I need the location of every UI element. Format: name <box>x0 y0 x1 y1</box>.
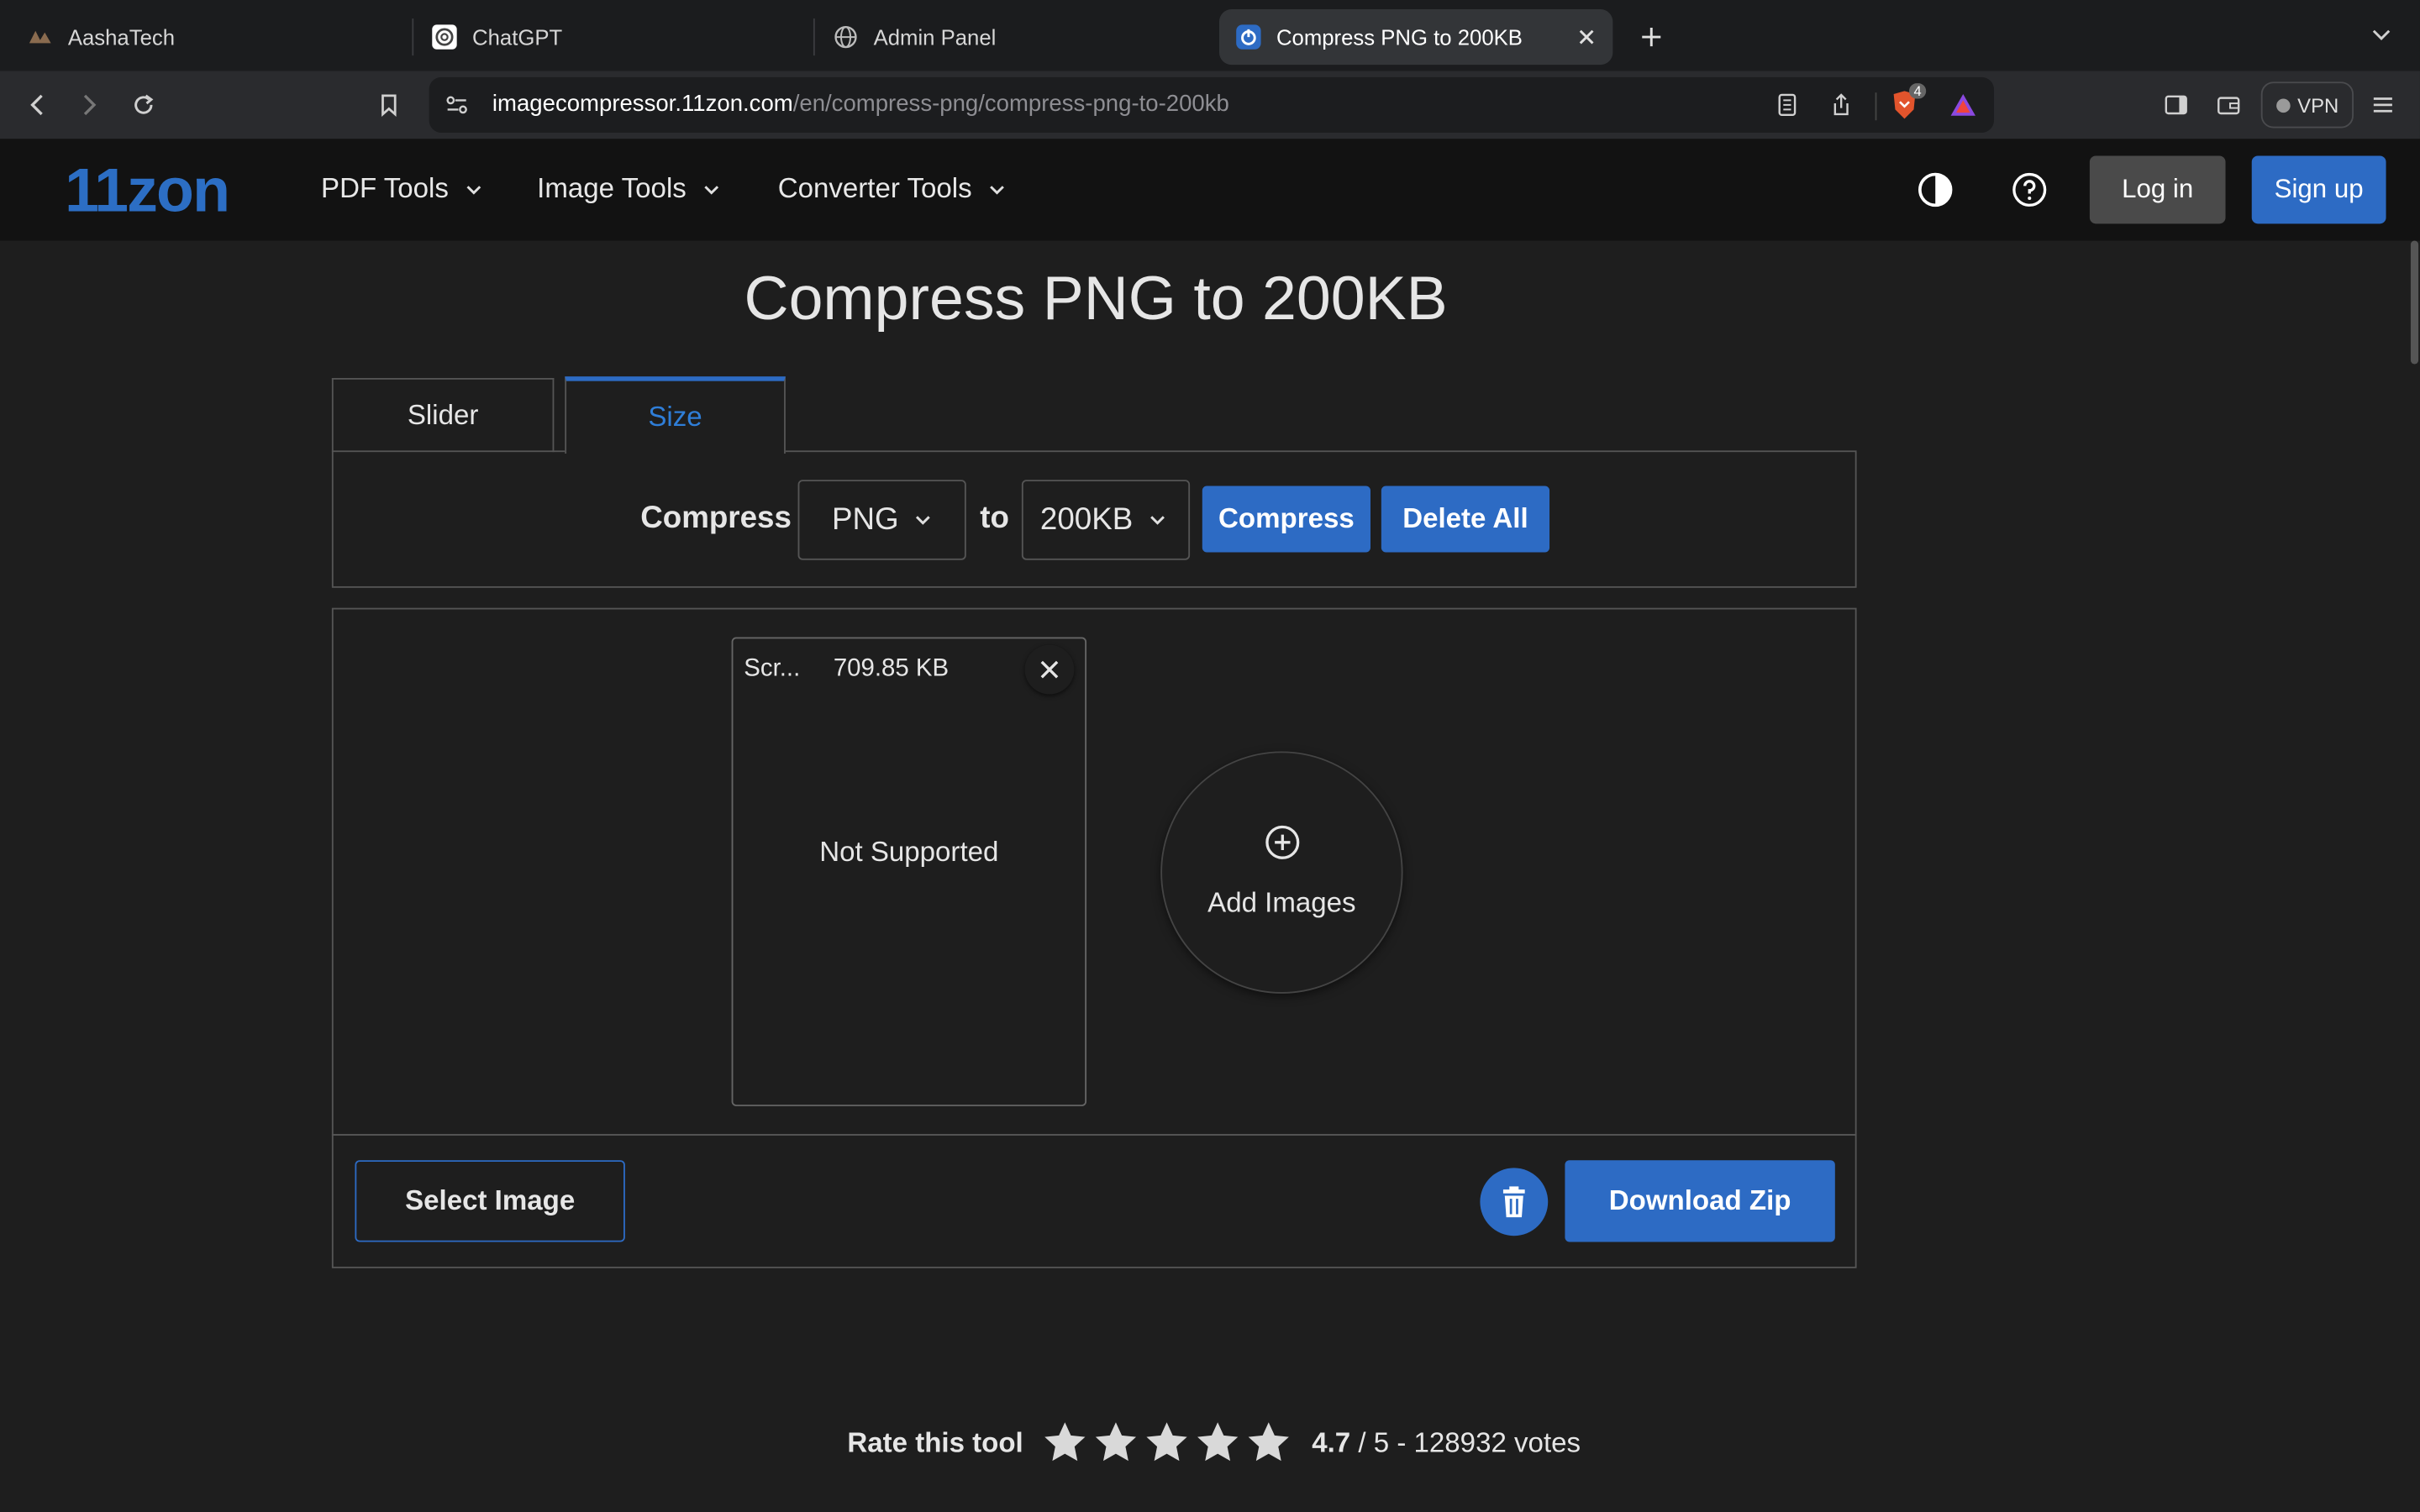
tab-title: Admin Panel <box>873 24 997 50</box>
compress-label: Compress <box>640 501 792 536</box>
browser-toolbar: imagecompressor.11zon.com/en/compress-pn… <box>0 71 2420 139</box>
menu-icon[interactable] <box>2365 87 2402 123</box>
globe-icon <box>834 24 858 49</box>
nav-pdf-tools[interactable]: PDF Tools <box>321 173 482 206</box>
delete-all-files-button[interactable] <box>1480 1168 1549 1236</box>
site-logo[interactable]: 11zon <box>65 157 230 227</box>
brave-shields-icon[interactable]: 4 <box>1889 83 1927 121</box>
wallet-icon[interactable] <box>2210 87 2247 123</box>
new-tab-icon[interactable] <box>1633 18 1670 55</box>
sidebar-toggle-icon[interactable] <box>2158 87 2195 123</box>
rating-value: 4.7 <box>1312 1426 1351 1457</box>
chevron-down-icon <box>987 180 1006 198</box>
signup-button[interactable]: Sign up <box>2251 155 2386 224</box>
file-size: 709.85 KB <box>833 655 950 682</box>
star-icon[interactable] <box>1195 1420 1241 1466</box>
format-select-value: PNG <box>831 501 899 537</box>
tab-title: Compress PNG to 200KB <box>1276 24 1523 50</box>
tab-divider <box>412 18 414 56</box>
vpn-label: VPN <box>2297 93 2339 117</box>
nav-image-tools[interactable]: Image Tools <box>537 173 720 206</box>
tab-size[interactable]: Size <box>565 376 786 454</box>
close-tab-icon[interactable] <box>1573 24 1601 51</box>
aashatech-favicon-icon <box>28 24 52 49</box>
tab-slider[interactable]: Slider <box>331 377 555 453</box>
files-panel <box>331 607 1857 1136</box>
close-icon <box>1040 660 1059 679</box>
tab-title: ChatGPT <box>472 24 563 50</box>
reader-mode-icon[interactable] <box>1772 90 1803 121</box>
target-size-select[interactable]: 200KB <box>1021 480 1191 560</box>
tab-list-chevron-icon[interactable] <box>2365 18 2398 52</box>
chatgpt-favicon-icon <box>432 24 457 50</box>
tab-title: AashaTech <box>67 24 176 50</box>
page-scrollbar[interactable] <box>2409 240 2420 1512</box>
select-image-button[interactable]: Select Image <box>355 1160 625 1242</box>
url-host: imagecompressor.11zon.com <box>492 91 793 118</box>
11zon-favicon-icon <box>1236 24 1261 50</box>
trash-icon <box>1502 1186 1525 1218</box>
reload-icon[interactable] <box>125 87 162 123</box>
add-images-button[interactable]: Add Images <box>1160 751 1403 994</box>
help-icon[interactable] <box>2009 170 2049 210</box>
rating-stars[interactable] <box>1042 1420 1297 1466</box>
download-zip-button[interactable]: Download Zip <box>1565 1160 1835 1242</box>
add-images-label: Add Images <box>1207 887 1356 918</box>
star-icon[interactable] <box>1042 1420 1088 1466</box>
rating-votes: / 5 - 128932 votes <box>1358 1426 1581 1457</box>
target-size-value: 200KB <box>1039 501 1134 537</box>
back-icon[interactable] <box>18 87 55 123</box>
file-status: Not Supported <box>819 836 999 868</box>
tab-divider <box>813 18 815 56</box>
bookmark-icon[interactable] <box>371 87 408 123</box>
url-path: /en/compress-png/compress-png-to-200kb <box>792 91 1229 118</box>
address-bar[interactable]: imagecompressor.11zon.com/en/compress-pn… <box>429 76 1995 133</box>
theme-toggle-icon[interactable] <box>1915 170 1955 210</box>
browser-tab-aashatech[interactable]: AashaTech <box>28 9 406 65</box>
format-select[interactable]: PNG <box>797 480 966 560</box>
browser-tab-admin-panel[interactable]: Admin Panel <box>834 9 1204 65</box>
plus-circle-icon <box>1265 825 1300 859</box>
scrollbar-thumb[interactable] <box>2410 240 2419 365</box>
brave-rewards-icon[interactable] <box>1948 90 1979 121</box>
nav-label: PDF Tools <box>321 172 449 204</box>
shields-count-badge: 4 <box>1908 83 1927 99</box>
remove-file-button[interactable] <box>1024 644 1075 695</box>
vpn-status-icon <box>2275 97 2290 113</box>
rating-row: Rate this tool 4.7 / 5 - 128932 votes <box>847 1412 1581 1473</box>
file-card: Scr... 709.85 KB Not Supported <box>731 637 1087 1106</box>
chevron-down-icon <box>1149 511 1167 529</box>
browser-tab-compress-png[interactable]: Compress PNG to 200KB <box>1218 9 1613 66</box>
chevron-down-icon <box>914 511 933 529</box>
chevron-down-icon <box>464 180 482 198</box>
compress-button[interactable]: Compress <box>1202 486 1370 553</box>
chevron-down-icon <box>702 180 720 198</box>
rating-label: Rate this tool <box>847 1426 1023 1457</box>
forward-icon[interactable] <box>71 87 108 123</box>
to-label: to <box>980 501 1010 536</box>
site-settings-icon[interactable] <box>441 90 472 121</box>
site-header: 11zon PDF Tools Image Tools Converter To… <box>0 139 2420 241</box>
nav-label: Image Tools <box>537 172 687 204</box>
browser-tab-chatgpt[interactable]: ChatGPT <box>432 9 802 65</box>
vpn-button[interactable]: VPN <box>2260 81 2354 129</box>
page-title: Compress PNG to 200KB <box>744 265 1448 333</box>
star-icon[interactable] <box>1092 1420 1139 1466</box>
browser-tab-strip: AashaTech ChatGPT Admin Panel Compress P… <box>0 0 2420 71</box>
urlbar-divider <box>1875 92 1877 121</box>
nav-converter-tools[interactable]: Converter Tools <box>778 173 1006 206</box>
login-button[interactable]: Log in <box>2089 155 2226 224</box>
file-name: Scr... <box>744 655 801 682</box>
nav-label: Converter Tools <box>777 172 972 204</box>
star-icon[interactable] <box>1144 1420 1190 1466</box>
star-icon[interactable] <box>1245 1420 1292 1466</box>
delete-all-button[interactable]: Delete All <box>1381 486 1550 553</box>
url-text[interactable]: imagecompressor.11zon.com/en/compress-pn… <box>492 91 1229 117</box>
share-icon[interactable] <box>1826 90 1857 121</box>
